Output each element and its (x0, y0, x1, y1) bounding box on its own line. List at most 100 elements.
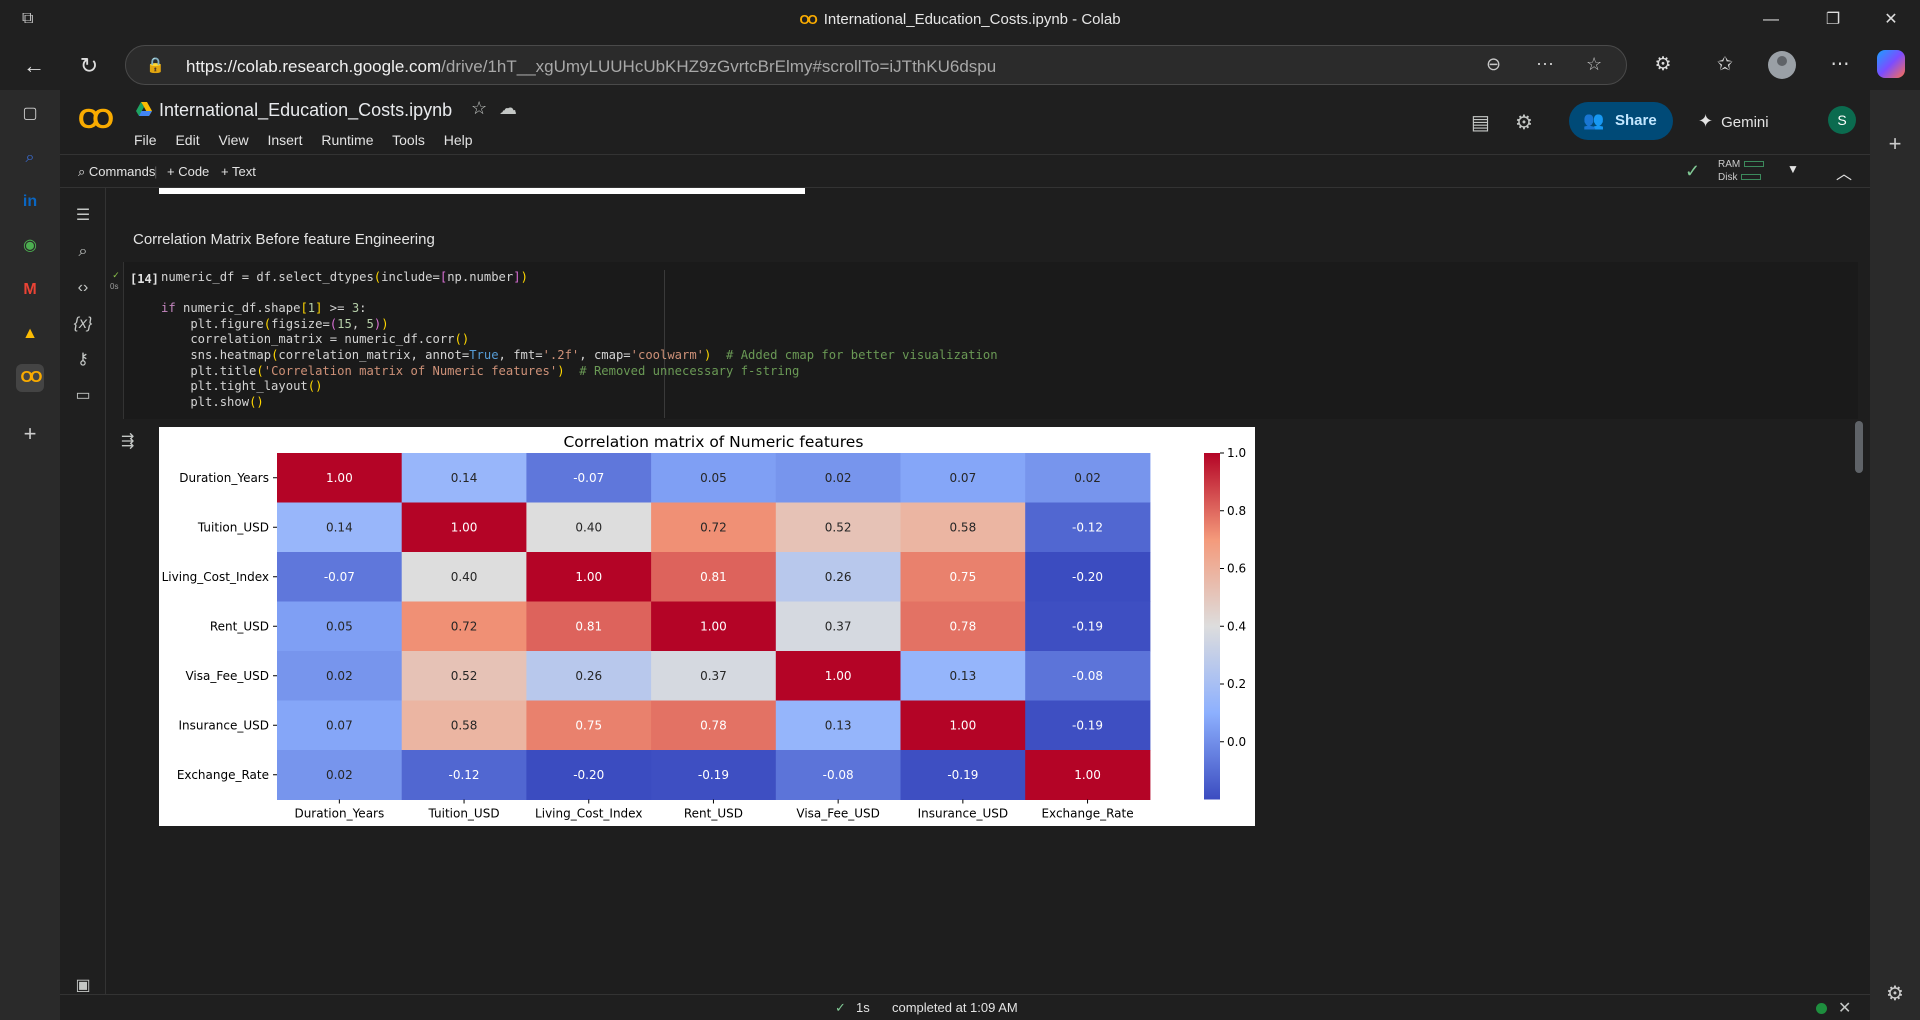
row-label: Duration_Years (179, 471, 269, 485)
add-code-button[interactable]: + Code (167, 164, 209, 179)
copilot-icon[interactable] (1877, 50, 1905, 78)
close-window-button[interactable]: ✕ (1876, 8, 1906, 32)
more-options-icon[interactable]: ⋯ (1825, 50, 1855, 80)
run-status-check-icon[interactable]: ✓ (108, 270, 124, 280)
notebook-title[interactable]: International_Education_Costs.ipynb (159, 100, 452, 121)
browser-title-bar: ⧉ OO International_Education_Costs.ipynb … (0, 0, 1920, 40)
table-of-contents-icon[interactable]: ☰ (69, 204, 97, 228)
ram-label: RAM (1718, 159, 1741, 170)
add-right-sidebar-icon[interactable]: + (1881, 130, 1909, 158)
menu-help[interactable]: Help (444, 132, 473, 148)
add-sidebar-app-icon[interactable]: + (16, 420, 44, 448)
extensions-icon[interactable]: ⚙ (1648, 50, 1678, 80)
gemini-button[interactable]: ✦ Gemini (1698, 102, 1769, 140)
settings-gear-icon[interactable]: ⚙ (1515, 110, 1533, 135)
code-cell[interactable]: ✓ 0s [14] numeric_df = df.select_dtypes(… (110, 262, 1858, 419)
gmail-icon[interactable]: M (16, 276, 44, 304)
cell-scrollbar[interactable] (1855, 421, 1863, 473)
cell-value-label: 0.05 (700, 471, 727, 485)
reload-icon[interactable]: ↻ (73, 50, 105, 82)
window-title: OO International_Education_Costs.ipynb - … (0, 11, 1920, 28)
cell-output: Correlation matrix of Numeric features 1… (159, 427, 1255, 826)
variables-icon[interactable]: {x} (69, 312, 97, 336)
star-icon[interactable]: ☆ (471, 98, 487, 119)
zoom-out-icon[interactable]: ⊖ (1486, 54, 1501, 75)
drive-icon[interactable]: ▲ (16, 320, 44, 348)
cell-value-label: 0.72 (451, 619, 478, 633)
markdown-heading[interactable]: Correlation Matrix Before feature Engine… (133, 231, 435, 248)
favorites-icon[interactable]: ✩ (1710, 50, 1740, 80)
cell-value-label: 0.14 (451, 471, 478, 485)
menu-view[interactable]: View (218, 132, 248, 148)
menu-runtime[interactable]: Runtime (321, 132, 373, 148)
ram-bar (1744, 161, 1765, 168)
menu-insert[interactable]: Insert (267, 132, 302, 148)
lock-icon[interactable]: 🔒 (146, 56, 165, 74)
user-avatar[interactable]: S (1828, 106, 1856, 134)
restore-button[interactable]: ❐ (1818, 8, 1848, 32)
menu-tools[interactable]: Tools (392, 132, 425, 148)
gemini-label: Gemini (1721, 114, 1769, 131)
browser-profile-avatar[interactable] (1768, 51, 1796, 79)
notebook-area: Correlation Matrix Before feature Engine… (107, 188, 1870, 994)
colorbar-tick-label: 1.0 (1227, 446, 1246, 460)
menu-bar: File Edit View Insert Runtime Tools Help (134, 132, 488, 148)
output-actions-icon[interactable]: ⇶ (121, 431, 134, 451)
column-label: Exchange_Rate (1041, 807, 1133, 821)
menu-edit[interactable]: Edit (175, 132, 199, 148)
cell-value-label: 0.58 (949, 520, 976, 534)
ram-disk-indicator[interactable]: RAM Disk (1718, 158, 1765, 184)
add-text-button[interactable]: + Text (221, 164, 256, 179)
row-label: Rent_USD (210, 619, 269, 633)
gemini-sparkle-icon: ✦ (1698, 111, 1714, 131)
colab-header: CO International_Education_Costs.ipynb ☆… (60, 90, 1870, 154)
cell-value-label: 0.13 (825, 718, 852, 732)
linkedin-icon[interactable]: in (16, 188, 44, 216)
secrets-key-icon[interactable]: ⚷ (69, 348, 97, 372)
files-folder-icon[interactable]: ▭ (69, 384, 97, 408)
row-label: Tuition_USD (197, 520, 269, 534)
colorbar: 1.0 0.8 0.6 0.4 0.2 0.0 (1204, 446, 1246, 800)
cell-value-label: 0.75 (949, 570, 976, 584)
comments-icon[interactable]: ▤ (1471, 110, 1490, 135)
close-status-icon[interactable]: ✕ (1838, 998, 1851, 1018)
cell-value-label: 0.37 (700, 669, 727, 683)
reading-mode-icon[interactable]: ⋯ (1536, 54, 1554, 75)
globe-icon[interactable]: ◉ (16, 232, 44, 260)
minimize-button[interactable]: — (1756, 8, 1786, 32)
colab-sidebar-icon[interactable]: OO (16, 364, 44, 392)
heatmap-cells: 1.00 0.14 -0.07 0.05 0.02 0.07 0.02 0.14 1.00 0.4… (277, 453, 1151, 800)
menu-file[interactable]: File (134, 132, 157, 148)
cell-value-label: -0.20 (1072, 570, 1103, 584)
cell-value-label: 0.52 (451, 669, 478, 683)
row-label: Visa_Fee_USD (185, 669, 269, 683)
code-snippets-icon[interactable]: ‹› (69, 276, 97, 300)
commands-button[interactable]: ⌕ Commands (78, 164, 155, 180)
cloud-saved-icon[interactable]: ☁ (499, 98, 517, 119)
url-field[interactable]: 🔒 https://colab.research.google.com/driv… (125, 45, 1627, 85)
find-replace-icon[interactable]: ⌕ (69, 240, 97, 264)
back-arrow-icon[interactable]: ← (18, 50, 50, 82)
sidebar-settings-gear-icon[interactable]: ⚙ (1881, 980, 1909, 1008)
share-button[interactable]: 👥 Share (1569, 102, 1673, 140)
status-message[interactable]: completed at 1:09 AM (892, 1000, 1018, 1015)
colab-left-rail: ☰ ⌕ ‹› {x} ⚷ ▭ ▣ (60, 188, 106, 1020)
people-icon: 👥 (1583, 111, 1605, 130)
colab-logo[interactable]: CO (78, 104, 122, 134)
runtime-dropdown-icon[interactable]: ▼ (1787, 162, 1799, 176)
cell-value-label: 0.05 (326, 619, 353, 633)
vertical-tabs-icon[interactable]: ▢ (16, 100, 44, 128)
favorite-star-icon[interactable]: ☆ (1586, 54, 1602, 75)
code-editor[interactable]: numeric_df = df.select_dtypes(include=[n… (161, 270, 998, 410)
row-label: Exchange_Rate (177, 768, 269, 782)
column-label: Rent_USD (684, 807, 743, 821)
url-domain: https://colab.research.google.com (186, 57, 442, 76)
cell-value-label: 1.00 (825, 669, 852, 683)
edge-sidebar: ▢ ⌕ in ◉ M ▲ OO + (0, 90, 60, 1020)
chart-title: Correlation matrix of Numeric features (563, 433, 863, 451)
connected-check-icon: ✓ (1685, 161, 1701, 181)
collapse-header-icon[interactable]: ︿ (1836, 160, 1852, 184)
search-icon[interactable]: ⌕ (16, 144, 44, 172)
share-label: Share (1615, 112, 1657, 129)
column-label: Duration_Years (294, 807, 384, 821)
